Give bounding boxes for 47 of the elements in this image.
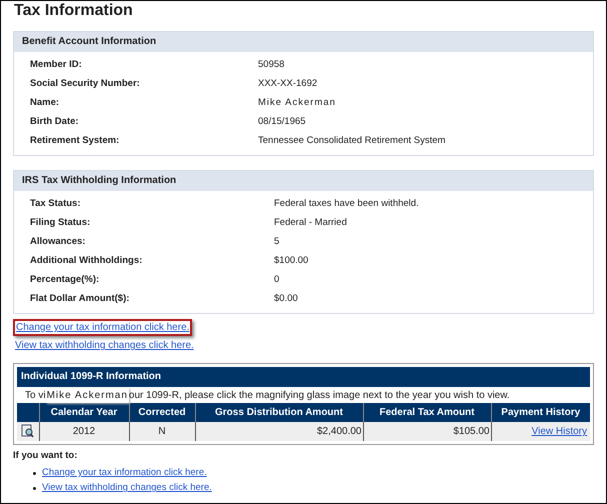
column-header: Payment History <box>491 403 590 422</box>
field-value: 50958 <box>258 58 284 72</box>
table-cell: $2,400.00 <box>195 422 363 441</box>
field-label: Percentage(%): <box>30 273 100 288</box>
bullet-icon <box>33 472 36 475</box>
section-heading: If you want to: <box>13 449 78 463</box>
field-value: Tennessee Consolidated Retirement System <box>258 134 446 148</box>
link[interactable]: View tax withholding changes click here. <box>42 481 212 496</box>
magnifier-document-icon[interactable] <box>21 424 34 438</box>
field-value: 5 <box>274 235 280 250</box>
table-cell: N <box>129 422 195 441</box>
table-cell: 2012 <box>39 422 129 441</box>
instruction-text: our 1099-R, please click the magnifying glass image next to the year you wish to view. <box>128 388 510 402</box>
field-value: $100.00 <box>274 254 308 268</box>
bullet-icon <box>33 486 36 490</box>
section-heading: IRS Tax Withholding Information <box>14 171 593 191</box>
name-label: Mike Ackerman <box>46 388 129 402</box>
field-label: Retirement System: <box>30 134 120 148</box>
column-header: Corrected <box>129 403 195 422</box>
field-value: $0.00 <box>274 292 298 306</box>
field-label: Member ID: <box>30 58 83 72</box>
field-value: Federal - Married <box>274 216 347 230</box>
link[interactable]: Change your tax information click here. <box>13 319 192 336</box>
field-label: Name: <box>30 96 60 110</box>
table-cell: $105.00 <box>363 422 491 441</box>
instruction-text: To vi <box>25 388 46 402</box>
field-label: Allowances: <box>30 235 86 250</box>
header-cell <box>17 403 39 422</box>
page-title: Tax Information <box>14 1 134 21</box>
field-value: Federal taxes have been withheld. <box>274 197 419 212</box>
field-value: XXX-XX-1692 <box>258 77 318 92</box>
field-label: Filing Status: <box>30 216 92 230</box>
field-value: 0 <box>274 273 280 288</box>
field-label: Additional Withholdings: <box>30 254 144 268</box>
field-label: Birth Date: <box>30 115 80 130</box>
link[interactable]: Change your tax information click here. <box>42 466 207 480</box>
field-label: Flat Dollar Amount($): <box>30 292 130 306</box>
field-label: Tax Status: <box>30 197 82 212</box>
column-header: Federal Tax Amount <box>363 403 491 422</box>
field-value: Mike Ackerman <box>258 96 336 110</box>
column-header: Calendar Year <box>39 403 129 422</box>
column-header: Gross Distribution Amount <box>195 403 363 422</box>
field-value: 08/15/1965 <box>258 115 306 130</box>
panel-heading: Individual 1099-R Information <box>17 367 590 387</box>
link[interactable]: View tax withholding changes click here. <box>15 339 194 352</box>
section-heading: Benefit Account Information <box>14 32 593 52</box>
field-label: Social Security Number: <box>30 77 141 92</box>
